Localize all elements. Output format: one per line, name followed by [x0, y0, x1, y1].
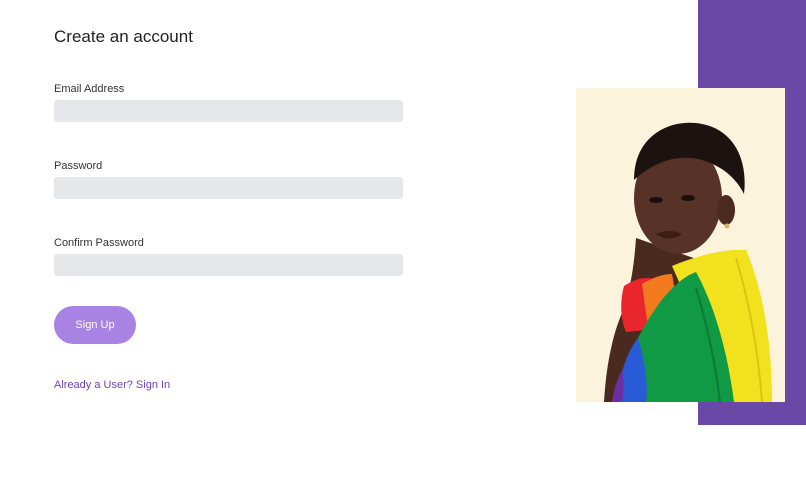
password-label: Password — [54, 160, 103, 172]
signup-page: Create an account Email Address Password… — [0, 0, 806, 496]
confirm-password-label: Confirm Password — [54, 237, 144, 249]
email-label: Email Address — [54, 83, 125, 95]
page-title: Create an account — [54, 27, 193, 46]
hero-photo — [576, 88, 785, 402]
email-field[interactable] — [54, 100, 403, 122]
signup-button[interactable]: Sign Up — [54, 306, 136, 344]
password-field[interactable] — [54, 177, 403, 199]
signin-link[interactable]: Already a User? Sign In — [54, 379, 170, 391]
confirm-password-field[interactable] — [54, 254, 403, 276]
